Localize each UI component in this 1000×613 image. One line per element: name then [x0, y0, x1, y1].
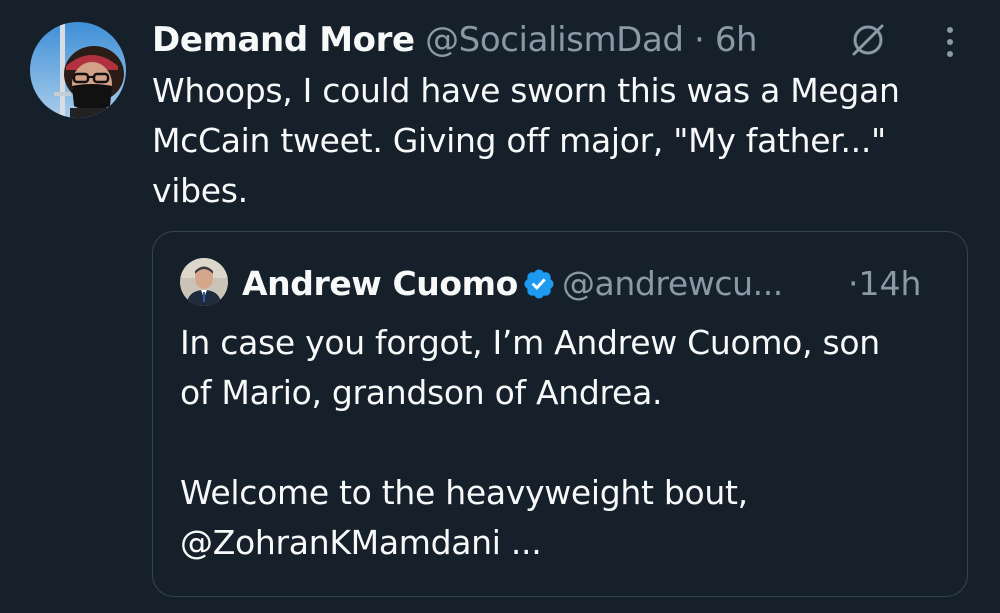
quoted-timestamp-group: ·14h	[848, 258, 921, 310]
separator-dot: ·	[693, 20, 705, 60]
author-handle[interactable]: @SocialismDad	[425, 20, 684, 60]
quoted-author-avatar[interactable]	[180, 258, 228, 306]
quoted-mention-link[interactable]: @ZohranKMamdani ...	[180, 518, 960, 568]
more-options-icon[interactable]	[936, 22, 964, 62]
quoted-tweet-text: In case you forgot, I’m Andrew Cuomo, so…	[180, 318, 960, 568]
tweet-text: Whoops, I could have sworn this was a Me…	[152, 71, 900, 210]
quoted-text-line: of Mario, grandson of Andrea.	[180, 373, 663, 412]
quoted-author-handle[interactable]: @andrewcu...	[562, 264, 783, 303]
quoted-text-line: Welcome to the heavyweight bout,	[180, 473, 748, 512]
tweet-timestamp[interactable]: 6h	[715, 20, 758, 60]
quoted-text-line	[180, 418, 960, 468]
quoted-text-line: In case you forgot, I’m Andrew Cuomo, so…	[180, 323, 880, 362]
avatar-photo	[30, 22, 126, 118]
quoted-tweet-timestamp[interactable]: 14h	[859, 264, 922, 303]
author-avatar[interactable]	[30, 22, 126, 118]
author-name[interactable]: Demand More	[152, 20, 415, 60]
quoted-avatar-photo	[180, 258, 228, 306]
verified-badge-icon	[522, 264, 556, 299]
grok-icon[interactable]	[846, 18, 890, 62]
quoted-separator-dot: ·	[848, 264, 859, 303]
quoted-author-name[interactable]: Andrew Cuomo	[242, 264, 518, 303]
